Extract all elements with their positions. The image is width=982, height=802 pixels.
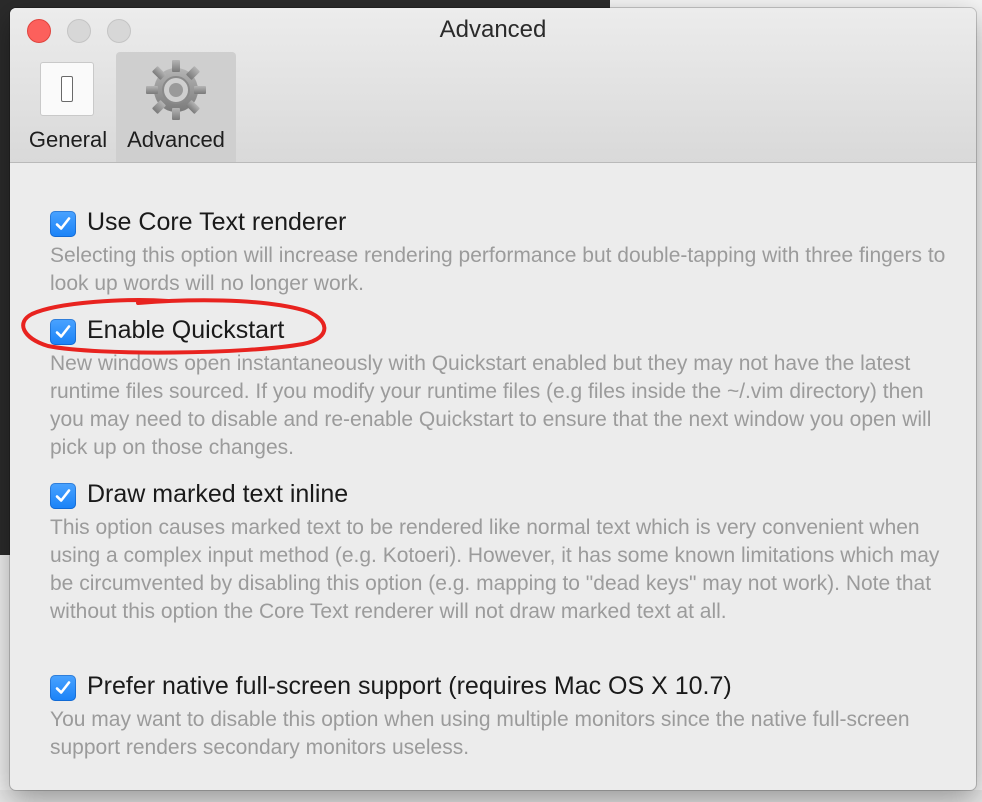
preferences-window: Advanced General Advanced Use Core Text … (10, 8, 976, 790)
title-bar: Advanced General Advanced (10, 8, 976, 163)
option-quickstart: Enable Quickstart New windows open insta… (50, 316, 950, 462)
checkmark-icon (55, 325, 71, 338)
checkmark-icon (55, 489, 71, 502)
gear-icon (146, 60, 206, 120)
toolbar-item-label: General (28, 127, 108, 152)
quickstart-description: New windows open instantaneously with Qu… (50, 352, 932, 459)
toolbar-item-general[interactable]: General (18, 52, 118, 162)
general-switch-icon (40, 62, 94, 116)
checkmark-icon (55, 681, 71, 694)
quickstart-label[interactable]: Enable Quickstart (87, 316, 284, 345)
window-title: Advanced (439, 16, 547, 43)
core-text-description: Selecting this option will increase rend… (50, 244, 946, 295)
advanced-pane: Use Core Text renderer Selecting this op… (10, 163, 976, 790)
core-text-label[interactable]: Use Core Text renderer (87, 208, 346, 237)
checkmark-icon (55, 217, 71, 230)
option-native-fullscreen: Prefer native full-screen support (requi… (50, 672, 950, 762)
toolbar-item-advanced[interactable]: Advanced (116, 52, 236, 162)
option-marked-text: Draw marked text inline This option caus… (50, 480, 950, 626)
core-text-checkbox[interactable] (50, 211, 76, 237)
marked-text-checkbox[interactable] (50, 483, 76, 509)
quickstart-checkbox[interactable] (50, 319, 76, 345)
marked-text-label[interactable]: Draw marked text inline (87, 480, 348, 509)
marked-text-description: This option causes marked text to be ren… (50, 516, 940, 623)
option-core-text: Use Core Text renderer Selecting this op… (50, 208, 950, 298)
native-fullscreen-label[interactable]: Prefer native full-screen support (requi… (87, 672, 732, 701)
native-fullscreen-description: You may want to disable this option when… (50, 708, 910, 759)
toolbar-item-label: Advanced (127, 127, 225, 152)
background-window-bottom (0, 790, 982, 802)
native-fullscreen-checkbox[interactable] (50, 675, 76, 701)
